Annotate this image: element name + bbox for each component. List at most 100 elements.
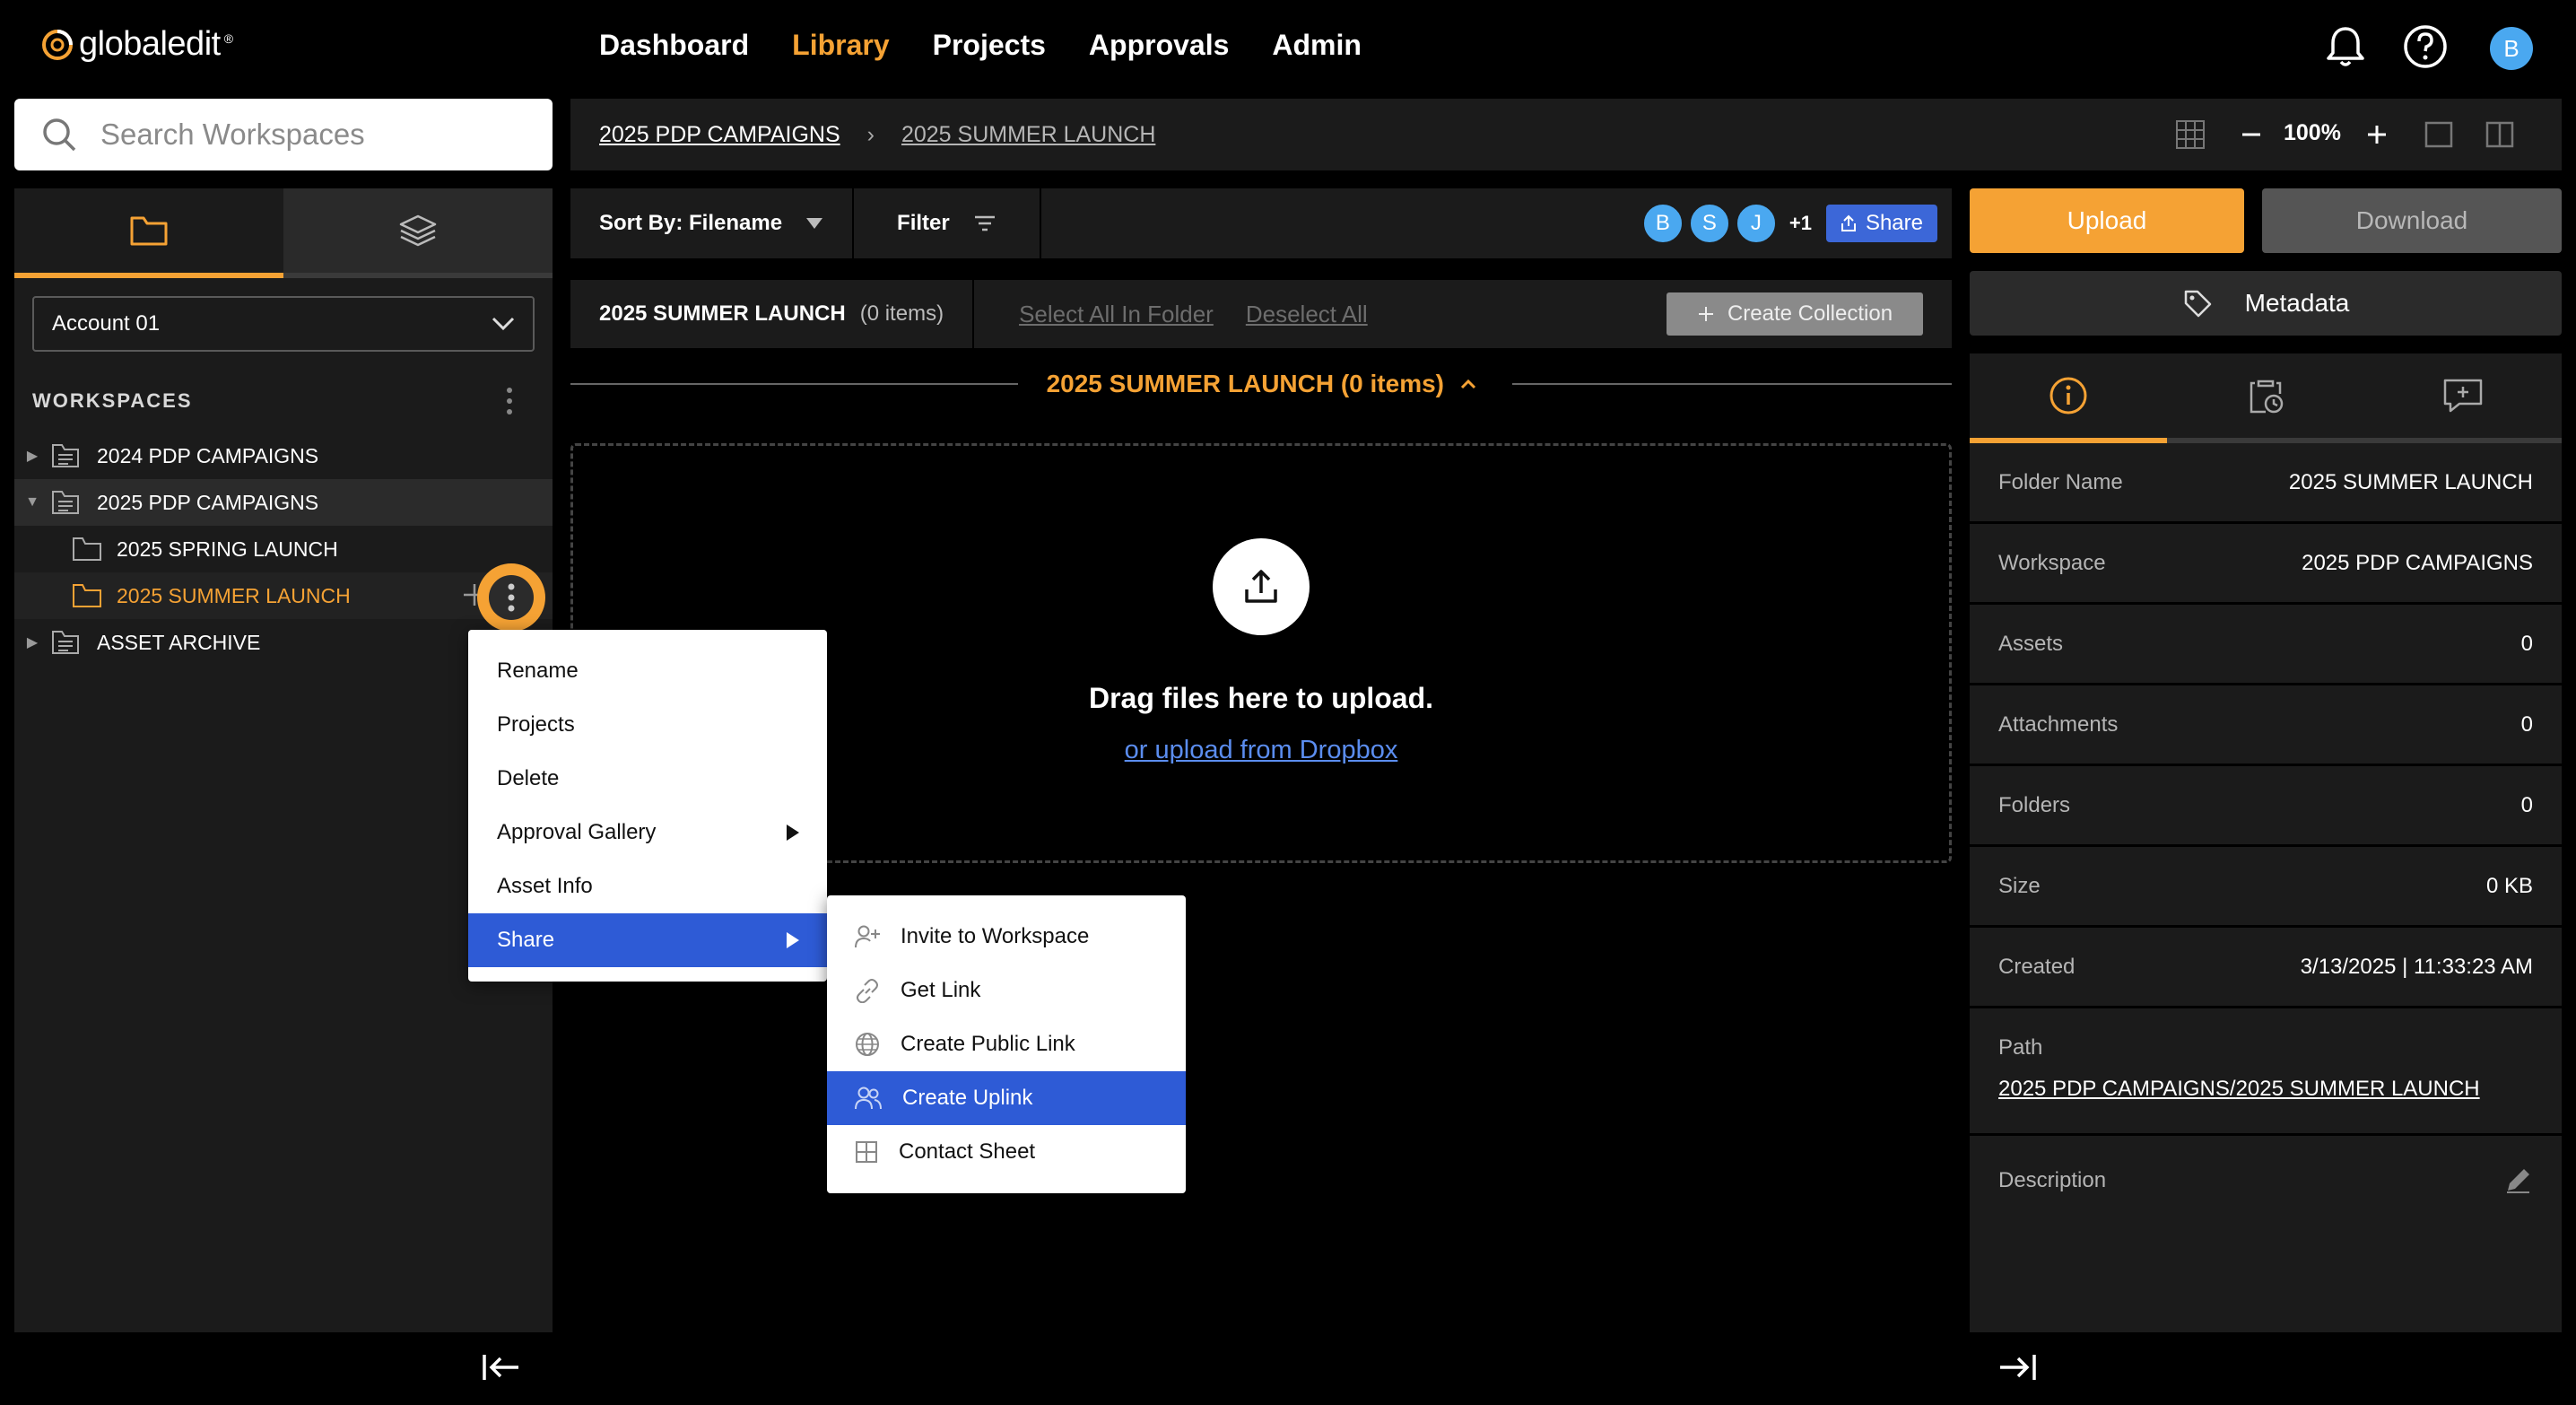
help-icon[interactable] (2402, 23, 2449, 70)
zoom-out-icon[interactable] (2239, 122, 2264, 147)
nav-library[interactable]: Library (792, 29, 889, 62)
layers-icon (399, 214, 437, 247)
globe-icon (856, 1033, 879, 1056)
select-all-link[interactable]: Select All In Folder (1019, 301, 1214, 328)
tab-comments[interactable] (2364, 353, 2562, 443)
upload-button[interactable]: Upload (1970, 188, 2244, 253)
collapse-sidebar-icon[interactable] (481, 1351, 522, 1383)
menu-item-label: Share (497, 928, 555, 952)
sort-dropdown[interactable]: Sort By: Filename (570, 188, 855, 258)
submenu-item-label: Create Uplink (902, 1086, 1033, 1110)
path-link[interactable]: 2025 PDP CAMPAIGNS (1998, 1077, 2230, 1101)
collaborator-avatar: B (1641, 203, 1684, 244)
tree-item-2025-pdp-campaigns[interactable]: ▼ 2025 PDP CAMPAIGNS (14, 479, 553, 526)
nav-dashboard[interactable]: Dashboard (599, 29, 749, 62)
collaborator-avatars[interactable]: B S J +1 (1641, 203, 1812, 244)
info-label: Created (1998, 954, 2076, 979)
menu-item-share[interactable]: Share (468, 913, 827, 967)
upload-circle-button[interactable] (1213, 538, 1310, 635)
logo-mark-icon (42, 29, 73, 60)
menu-item-asset-info[interactable]: Asset Info (468, 860, 827, 913)
folder-icon (130, 216, 168, 246)
breadcrumb-item[interactable]: 2025 PDP CAMPAIGNS (599, 122, 840, 148)
nav-approvals[interactable]: Approvals (1089, 29, 1229, 62)
search-input[interactable]: Search Workspaces (14, 99, 553, 170)
tree-item-asset-archive[interactable]: ▶ ASSET ARCHIVE (14, 619, 472, 666)
tab-folders[interactable] (14, 188, 283, 278)
workspace-icon (52, 491, 79, 514)
metadata-button[interactable]: Metadata (1970, 271, 2562, 336)
submenu-item-contact-sheet[interactable]: Contact Sheet (827, 1125, 1186, 1179)
dropbox-upload-link[interactable]: or upload from Dropbox (1125, 736, 1398, 764)
expand-icon[interactable]: ▶ (14, 633, 50, 651)
info-panel-tabs (1970, 353, 2562, 443)
submenu-item-create-uplink[interactable]: Create Uplink (827, 1071, 1186, 1125)
split-view-icon[interactable] (2485, 120, 2515, 149)
menu-item-rename[interactable]: Rename (468, 644, 827, 698)
sort-label: Sort By: Filename (599, 211, 783, 235)
info-row-description: Description (1970, 1136, 2562, 1226)
chevron-up-icon[interactable] (1460, 379, 1476, 389)
tree-item-label: ASSET ARCHIVE (97, 630, 261, 654)
app-logo[interactable]: globaledit ® (39, 25, 233, 64)
info-row-workspace: Workspace 2025 PDP CAMPAIGNS (1970, 524, 2562, 605)
folder-icon (73, 584, 101, 607)
people-icon (855, 1086, 882, 1110)
collapse-panel-icon[interactable] (1997, 1351, 2038, 1383)
tree-item-2024-pdp-campaigns[interactable]: ▶ 2024 PDP CAMPAIGNS (14, 432, 553, 479)
menu-item-approval-gallery[interactable]: Approval Gallery (468, 806, 827, 860)
submenu-item-invite-to-workspace[interactable]: Invite to Workspace (827, 910, 1186, 964)
filter-button[interactable]: Filter (854, 188, 1041, 258)
menu-item-label: Rename (497, 659, 579, 683)
expand-icon[interactable]: ▶ (14, 447, 50, 465)
create-collection-button[interactable]: Create Collection (1667, 292, 1923, 336)
tab-info[interactable] (1970, 353, 2167, 443)
info-label: Workspace (1998, 550, 2106, 575)
info-label: Attachments (1998, 711, 2119, 737)
search-placeholder: Search Workspaces (100, 118, 365, 151)
workspace-icon (52, 444, 79, 467)
info-row-created: Created 3/13/2025 | 11:33:23 AM (1970, 928, 2562, 1008)
breadcrumb-separator: › (866, 121, 875, 147)
info-value: 0 (2520, 792, 2533, 817)
folder-item-count: (0 items) (859, 301, 944, 326)
nav-admin[interactable]: Admin (1272, 29, 1362, 62)
logo-trademark: ® (223, 31, 234, 46)
tree-item-2025-spring-launch[interactable]: 2025 SPRING LAUNCH (14, 526, 553, 572)
collaborator-avatar: S (1688, 203, 1730, 244)
bell-icon[interactable] (2323, 23, 2368, 70)
share-button[interactable]: Share (1825, 205, 1937, 242)
menu-item-label: Asset Info (497, 874, 593, 898)
grid-icon (856, 1141, 877, 1163)
grid-view-icon[interactable] (2174, 118, 2206, 151)
download-button[interactable]: Download (2262, 188, 2562, 253)
create-collection-label: Create Collection (1727, 301, 1893, 326)
menu-item-projects[interactable]: Projects (468, 698, 827, 752)
zoom-in-icon[interactable] (2364, 122, 2389, 147)
menu-item-delete[interactable]: Delete (468, 752, 827, 806)
folder-context-menu: Rename Projects Delete Approval Gallery … (468, 630, 827, 982)
tab-layers[interactable] (283, 188, 553, 278)
nav-projects[interactable]: Projects (933, 29, 1046, 62)
workspaces-more-icon[interactable] (502, 386, 517, 416)
path-link[interactable]: 2025 SUMMER LAUNCH (2236, 1077, 2480, 1101)
folder-options-button[interactable] (477, 563, 545, 632)
tab-activity[interactable] (2167, 353, 2364, 443)
section-title: 2025 SUMMER LAUNCH (0 items) (1046, 370, 1444, 397)
deselect-all-link[interactable]: Deselect All (1246, 301, 1368, 328)
submenu-item-get-link[interactable]: Get Link (827, 964, 1186, 1017)
clipboard-clock-icon (2250, 380, 2284, 414)
collapse-icon[interactable]: ▼ (14, 494, 50, 511)
caret-down-icon (806, 218, 823, 229)
submenu-item-create-public-link[interactable]: Create Public Link (827, 1017, 1186, 1071)
info-value: 0 KB (2485, 873, 2533, 898)
info-value: 0 (2520, 711, 2533, 737)
single-view-icon[interactable] (2424, 120, 2454, 149)
user-avatar[interactable]: B (2490, 27, 2533, 70)
info-row-folder-name: Folder Name 2025 SUMMER LAUNCH (1970, 443, 2562, 524)
breadcrumb-item-current[interactable]: 2025 SUMMER LAUNCH (901, 122, 1155, 148)
share-icon (1841, 214, 1856, 231)
edit-pencil-icon[interactable] (2502, 1165, 2533, 1196)
info-label: Assets (1998, 631, 2064, 656)
account-select[interactable]: Account 01 (32, 296, 535, 352)
